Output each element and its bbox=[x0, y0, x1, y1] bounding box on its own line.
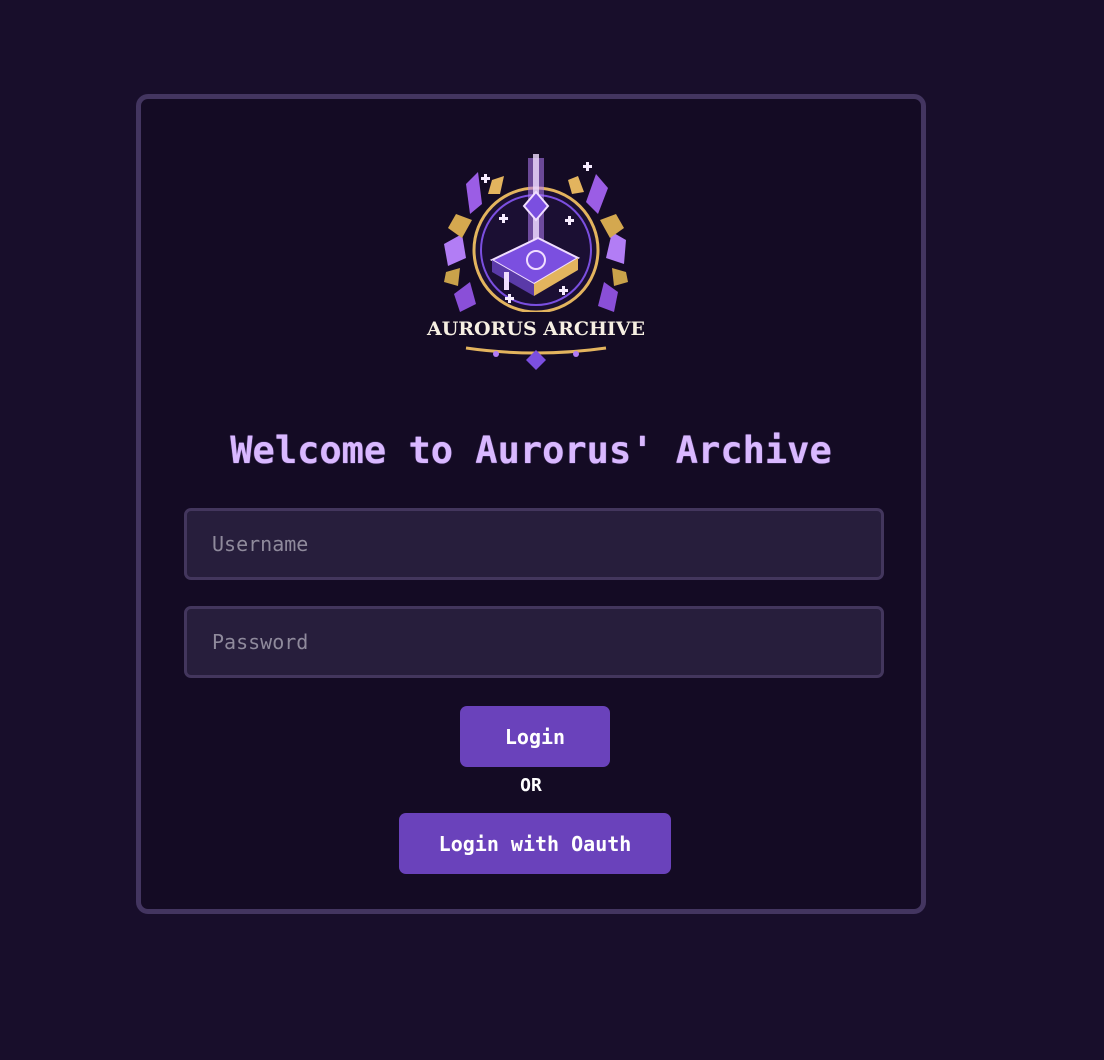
username-field-wrapper bbox=[184, 508, 884, 580]
aurorus-archive-logo: AURORUS ARCHIVE bbox=[426, 154, 646, 374]
login-card: AURORUS ARCHIVE Welcome to Aurorus' Arch… bbox=[136, 94, 926, 914]
password-field-wrapper bbox=[184, 606, 884, 678]
logo-wordmark: AURORUS ARCHIVE bbox=[426, 318, 645, 340]
or-separator: OR bbox=[520, 775, 542, 796]
login-button[interactable]: Login bbox=[460, 706, 610, 767]
logo-emblem-icon: AURORUS ARCHIVE bbox=[426, 154, 645, 370]
username-input[interactable] bbox=[187, 511, 881, 577]
password-input[interactable] bbox=[187, 609, 881, 675]
login-with-oauth-button[interactable]: Login with Oauth bbox=[399, 813, 671, 874]
welcome-title: Welcome to Aurorus' Archive bbox=[230, 429, 832, 472]
